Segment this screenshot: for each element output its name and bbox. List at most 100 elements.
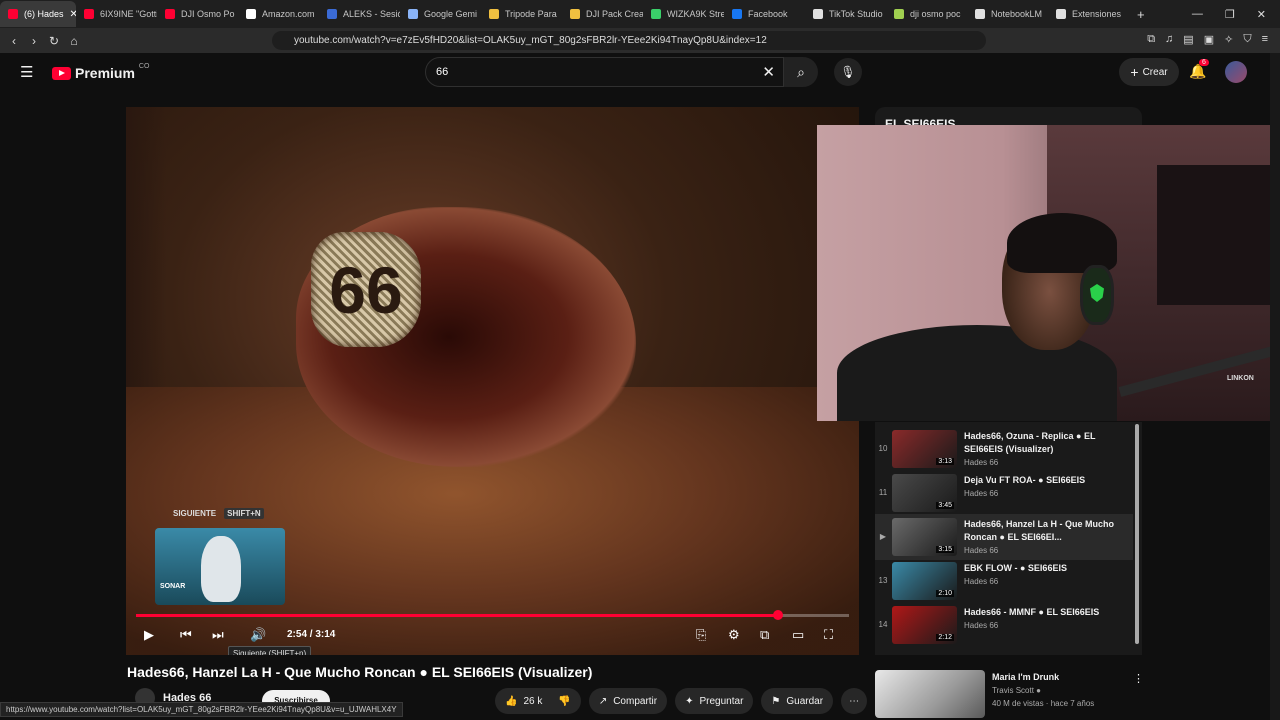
browser-tab[interactable]: (6) Hades ✕ <box>0 1 76 27</box>
playlist-duration: 2:10 <box>936 590 954 597</box>
recommended-channel[interactable]: Travis Scott ● <box>992 686 1041 695</box>
playlist-thumbnail[interactable]: 3:13 <box>892 430 957 468</box>
voice-search-button[interactable]: 🎙 <box>834 58 862 86</box>
browser-tab[interactable]: Facebook <box>724 1 805 27</box>
tab-label: Amazon.com <box>262 9 315 19</box>
next-icon[interactable]: ⏭ <box>212 627 224 643</box>
playlist-item[interactable]: 14 2:12 Hades66 - MMNF ● EL SEI66EIS Hades … <box>875 602 1133 648</box>
playlist-thumbnail[interactable]: 2:12 <box>892 606 957 644</box>
playlist-item-title[interactable]: Deja Vu FT ROA- ● SEI66EIS <box>964 474 1124 487</box>
search-input[interactable]: 66 ✕ <box>425 57 784 87</box>
playlist-item-channel: Hades 66 <box>964 489 999 498</box>
playlist-meta: Hades66, Ozuna - Replica ● EL SEI66EIS (… <box>964 426 1124 472</box>
playlist-item-channel: Hades 66 <box>964 621 999 630</box>
wallet-icon[interactable]: ▣ <box>1204 33 1214 46</box>
playlist-index: 14 <box>878 620 888 629</box>
url-field[interactable]: youtube.com/watch?v=e7zEv5fHD20&list=OLA… <box>272 31 986 50</box>
maximize-icon[interactable]: ❐ <box>1225 8 1235 21</box>
tab-favicon-icon <box>8 9 18 19</box>
play-icon[interactable]: ▶ <box>144 627 154 643</box>
playlist-thumbnail[interactable]: 2:10 <box>892 562 957 600</box>
next-video-thumbnail[interactable]: SONAR <box>155 528 285 605</box>
browser-tab[interactable]: DJI Pack Crea <box>562 1 643 27</box>
reload-icon[interactable]: ↻ <box>44 34 64 48</box>
tab-favicon-icon <box>732 9 742 19</box>
forward-icon[interactable]: › <box>24 34 44 48</box>
youtube-logo[interactable]: Premium CO <box>52 63 149 81</box>
settings-icon[interactable]: ⚙ <box>728 627 740 643</box>
create-button[interactable]: + Crear <box>1119 58 1179 86</box>
playlist-index: 13 <box>878 576 888 585</box>
browser-tab[interactable]: DJI Osmo Po <box>157 1 238 27</box>
save-button[interactable]: ⚑ Guardar <box>761 688 834 714</box>
home-icon[interactable]: ⌂ <box>64 34 84 48</box>
address-bar: ‹ › ↻ ⌂ youtube.com/watch?v=e7zEv5fHD20&… <box>0 28 1280 53</box>
avatar[interactable] <box>1225 61 1247 83</box>
hamburger-icon[interactable]: ☰ <box>20 63 33 81</box>
cast-icon[interactable]: ▭ <box>792 627 804 643</box>
playlist-item-title[interactable]: Hades66 - MMNF ● EL SEI66EIS <box>964 606 1124 619</box>
browser-tab[interactable]: Google Gemi <box>400 1 481 27</box>
more-actions-button[interactable]: ⋯ <box>841 688 868 714</box>
recommended-title[interactable]: Maria I'm Drunk <box>992 672 1059 682</box>
fullscreen-icon[interactable]: ⛶ <box>824 627 833 643</box>
volume-icon[interactable]: 🔊 <box>250 627 266 643</box>
playlist-meta: Hades66 - MMNF ● EL SEI66EIS Hades 66 <box>964 602 1124 648</box>
browser-tab[interactable]: ALEKS - Sesión <box>319 1 400 27</box>
playlist-item[interactable]: 11 3:45 Deja Vu FT ROA- ● SEI66EIS Hades 66 <box>875 470 1133 516</box>
webcam-background <box>1157 165 1280 305</box>
tab-label: Tripode Para <box>505 9 557 19</box>
browser-tab[interactable]: Amazon.com <box>238 1 319 27</box>
page-scrollbar[interactable] <box>1270 53 1280 720</box>
browser-tab[interactable]: 6IX9INE "Gotti" <box>76 1 157 27</box>
search-button[interactable]: ⌕ <box>784 57 818 87</box>
new-tab-icon[interactable]: + <box>1129 7 1153 22</box>
playlist-scrollbar[interactable] <box>1135 424 1139 644</box>
sparkle-icon: ✦ <box>685 695 694 707</box>
menu-icon[interactable]: ≡ <box>1262 33 1268 46</box>
notifications-button[interactable]: 🔔 6 <box>1189 59 1209 80</box>
browser-tab[interactable]: Extensiones <box>1048 1 1129 27</box>
browser-tab[interactable]: Tripode Para <box>481 1 562 27</box>
browser-tab[interactable]: WIZKA9K Stre <box>643 1 724 27</box>
playlist-item[interactable]: 10 3:13 Hades66, Ozuna - Replica ● EL SEI6… <box>875 426 1133 472</box>
browser-tab[interactable]: NotebookLM <box>967 1 1048 27</box>
playlist-item[interactable]: 13 2:10 EBK FLOW - ● SEI66EIS Hades 66 <box>875 558 1133 604</box>
playlist-thumbnail[interactable]: 3:15 <box>892 518 957 556</box>
ai-icon[interactable]: ✧ <box>1224 33 1233 46</box>
browser-tab[interactable]: TikTok Studio <box>805 1 886 27</box>
recommended-video[interactable]: Maria I'm Drunk Travis Scott ● 40 M de v… <box>875 670 1144 718</box>
shield-icon[interactable]: ⛉ <box>1243 33 1251 46</box>
playlist-item-title[interactable]: Hades66, Hanzel La H - Que Mucho Roncan … <box>964 518 1124 544</box>
tab-label: 6IX9INE "Gotti" <box>100 9 157 19</box>
sidebar-icon[interactable]: ▤ <box>1183 33 1193 46</box>
browser-tab[interactable]: dji osmo poc <box>886 1 967 27</box>
back-icon[interactable]: ‹ <box>4 34 24 48</box>
tab-favicon-icon <box>327 9 337 19</box>
search-query: 66 <box>436 66 449 78</box>
playlist-thumbnail[interactable]: 3:45 <box>892 474 957 512</box>
previous-icon[interactable]: ⏮ <box>180 627 192 643</box>
video-player[interactable]: 66 SIGUIENTE SHIFT+N SONAR ▶ ⏮ ⏭ 🔊 2:54 … <box>126 107 859 655</box>
progress-scrubber[interactable] <box>772 610 783 620</box>
save-label: Guardar <box>786 695 824 707</box>
playlist-item-title[interactable]: EBK FLOW - ● SEI66EIS <box>964 562 1124 575</box>
playlist-meta: EBK FLOW - ● SEI66EIS Hades 66 <box>964 558 1124 604</box>
miniplayer-icon[interactable]: ⧉ <box>760 627 769 643</box>
dislike-icon[interactable]: 👎 <box>558 696 570 707</box>
media-icon[interactable]: ♫ <box>1165 33 1173 46</box>
more-options-icon[interactable]: ⋮ <box>1133 672 1144 685</box>
like-button[interactable]: 👍 26 k 👎 <box>495 688 581 714</box>
subtitles-icon[interactable]: ⎘ <box>696 627 706 643</box>
progress-bar[interactable] <box>136 610 849 620</box>
recommended-thumbnail[interactable] <box>875 670 985 718</box>
playlist-item-title[interactable]: Hades66, Ozuna - Replica ● EL SEI66EIS (… <box>964 430 1124 456</box>
playlist-item[interactable]: ▶ 3:15 Hades66, Hanzel La H - Que Mucho Ro… <box>875 514 1133 560</box>
clear-search-icon[interactable]: ✕ <box>762 63 775 81</box>
share-button[interactable]: ↗ Compartir <box>588 688 668 714</box>
next-shortcut: SHIFT+N <box>224 508 264 519</box>
extension-icon[interactable]: ⧉ <box>1147 33 1155 46</box>
ask-button[interactable]: ✦ Preguntar <box>675 688 754 714</box>
close-window-icon[interactable]: ✕ <box>1257 8 1266 21</box>
minimize-icon[interactable]: — <box>1192 8 1203 21</box>
